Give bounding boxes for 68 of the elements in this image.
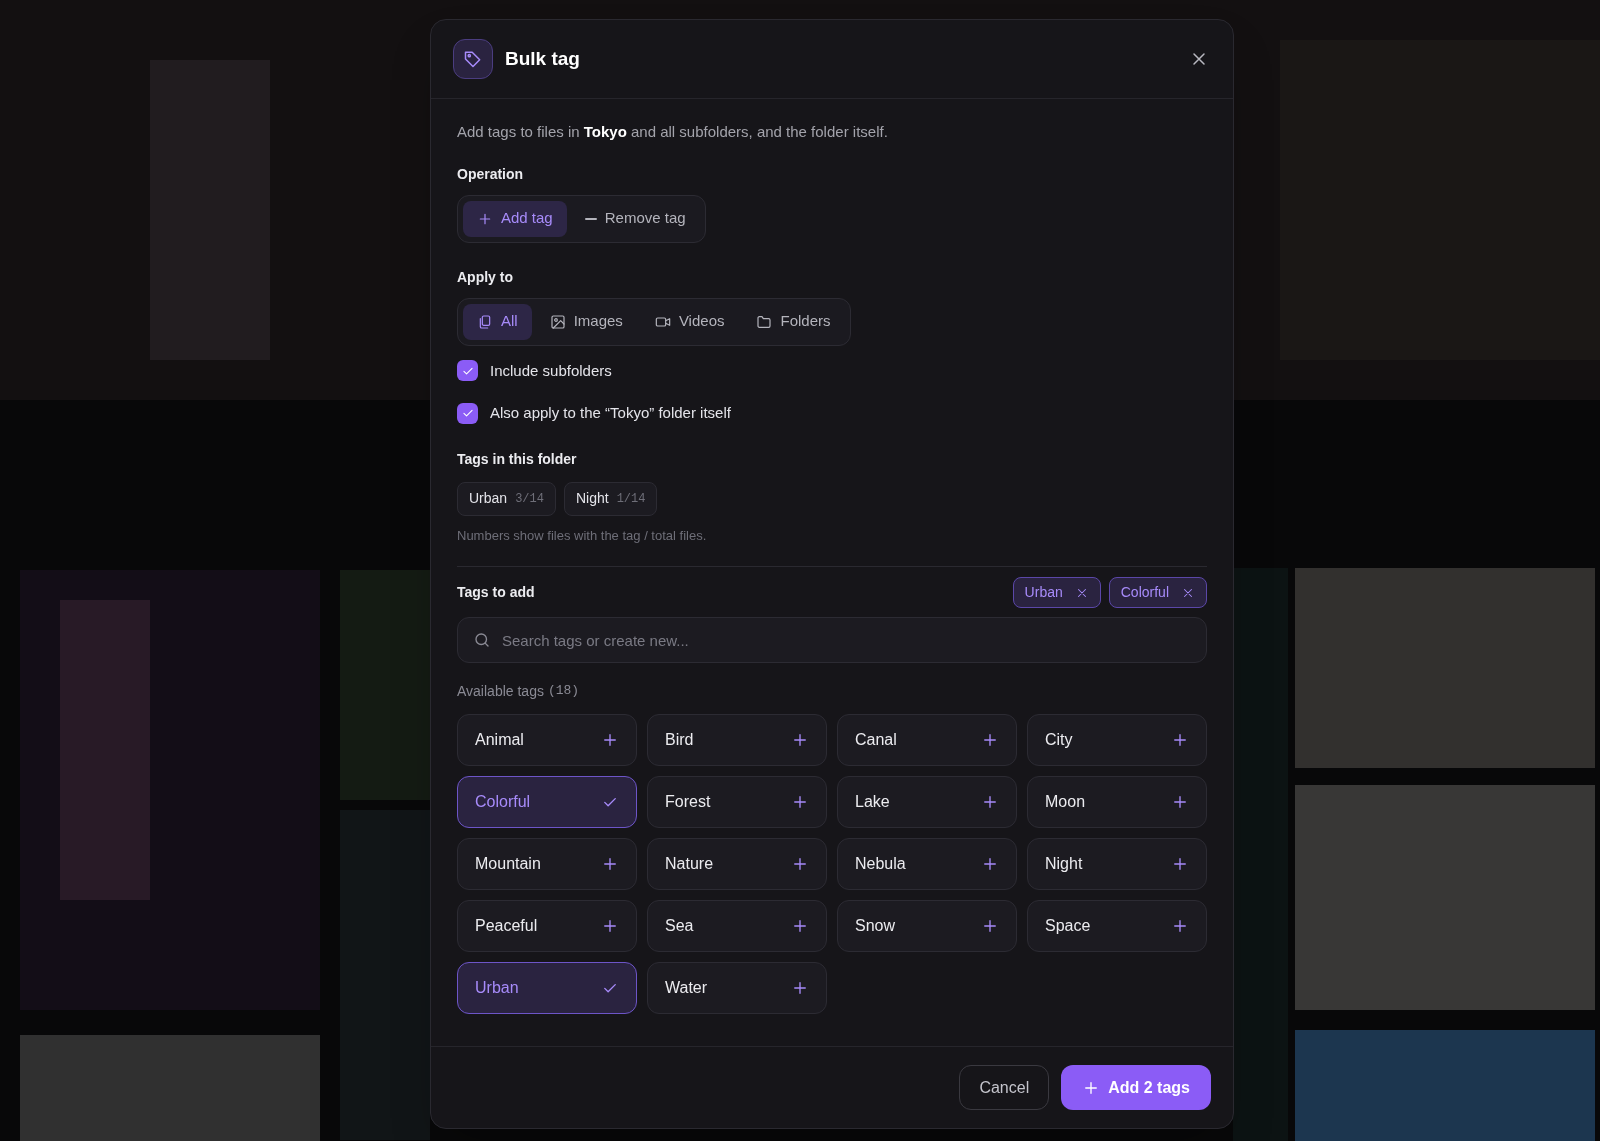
plus-icon (601, 855, 619, 873)
search-field[interactable]: Search tags or create new... (457, 617, 1207, 663)
tag-name: Urban (469, 489, 508, 508)
tag-option[interactable]: City (1027, 714, 1207, 766)
checkbox-label: Also apply to the “Tokyo” folder itself (490, 403, 731, 423)
tag-option[interactable]: Mountain (457, 838, 637, 890)
segment-tab[interactable]: All (463, 303, 532, 340)
plus-icon (791, 917, 809, 935)
image-icon (549, 313, 566, 330)
tag-option[interactable]: Bird (647, 714, 827, 766)
minus-icon (584, 217, 597, 220)
segment-tab[interactable]: Remove tag (570, 200, 700, 237)
tag-icon (453, 39, 493, 79)
tag-option[interactable]: Moon (1027, 776, 1207, 828)
tag-option[interactable]: Animal (457, 714, 637, 766)
tag-option[interactable]: Nature (647, 838, 827, 890)
tag-option[interactable]: Water (647, 962, 827, 1014)
checkbox-label: Include subfolders (490, 360, 612, 381)
section-label: Apply to (457, 267, 514, 287)
folder-icon (756, 313, 773, 330)
tag-option[interactable]: Canal (837, 714, 1017, 766)
tag-option[interactable]: Nebula (837, 838, 1017, 890)
plus-icon (1171, 855, 1189, 873)
tag-option[interactable]: Forest (647, 776, 827, 828)
plus-icon (1171, 917, 1189, 935)
section-label: Available tags (457, 682, 544, 701)
plus-icon (791, 793, 809, 811)
plus-icon (981, 917, 999, 935)
description-text: Add tags to files in Tokyo and all subfolders, and the folder itself. (457, 122, 889, 142)
tag-name: Colorful (1120, 583, 1169, 602)
hint-text: Numbers show files with the tag / total files. (457, 526, 708, 545)
tag-option[interactable]: Lake (837, 776, 1017, 828)
tag-option[interactable]: Urban (457, 962, 637, 1014)
tag-option[interactable]: Space (1027, 900, 1207, 952)
tag-option[interactable]: Snow (837, 900, 1017, 952)
segment-tab[interactable]: Videos (640, 303, 739, 340)
section-label: Operation (457, 164, 525, 184)
plus-icon (981, 793, 999, 811)
cancel-button[interactable]: Cancel (959, 1065, 1050, 1110)
files-icon (477, 313, 493, 330)
tag-option[interactable]: Colorful (457, 776, 637, 828)
tag-name: Urban (1024, 583, 1063, 602)
tag-option[interactable]: Night (1027, 838, 1207, 890)
checkbox[interactable] (457, 402, 478, 424)
plus-icon (601, 731, 619, 749)
search-icon (473, 631, 491, 649)
segment-tab[interactable]: Folders (742, 303, 845, 340)
section-label: Tags in this folder (457, 449, 578, 469)
tag-option[interactable]: Peaceful (457, 900, 637, 952)
plus-icon (601, 917, 619, 935)
plus-icon (1171, 793, 1189, 811)
section-label: Tags to add (457, 583, 535, 602)
plus-icon (791, 855, 809, 873)
segment-tab[interactable]: Add tag (463, 200, 567, 237)
checkbox[interactable] (457, 360, 478, 382)
add-tags-button[interactable]: Add 2 tags (1061, 1065, 1211, 1110)
tag-count: 1/14 (616, 490, 646, 508)
tag-count: (18) (547, 682, 580, 700)
plus-icon (791, 731, 809, 749)
plus-icon (1171, 731, 1189, 749)
plus-icon (981, 855, 999, 873)
segment-tab[interactable]: Images (535, 303, 637, 340)
plus-icon (791, 979, 809, 997)
tag-option[interactable]: Sea (647, 900, 827, 952)
tag-count: 3/14 (515, 490, 544, 508)
dialog-title: Bulk tag (505, 46, 580, 71)
plus-icon (981, 731, 999, 749)
tag-name: Night (575, 489, 609, 508)
